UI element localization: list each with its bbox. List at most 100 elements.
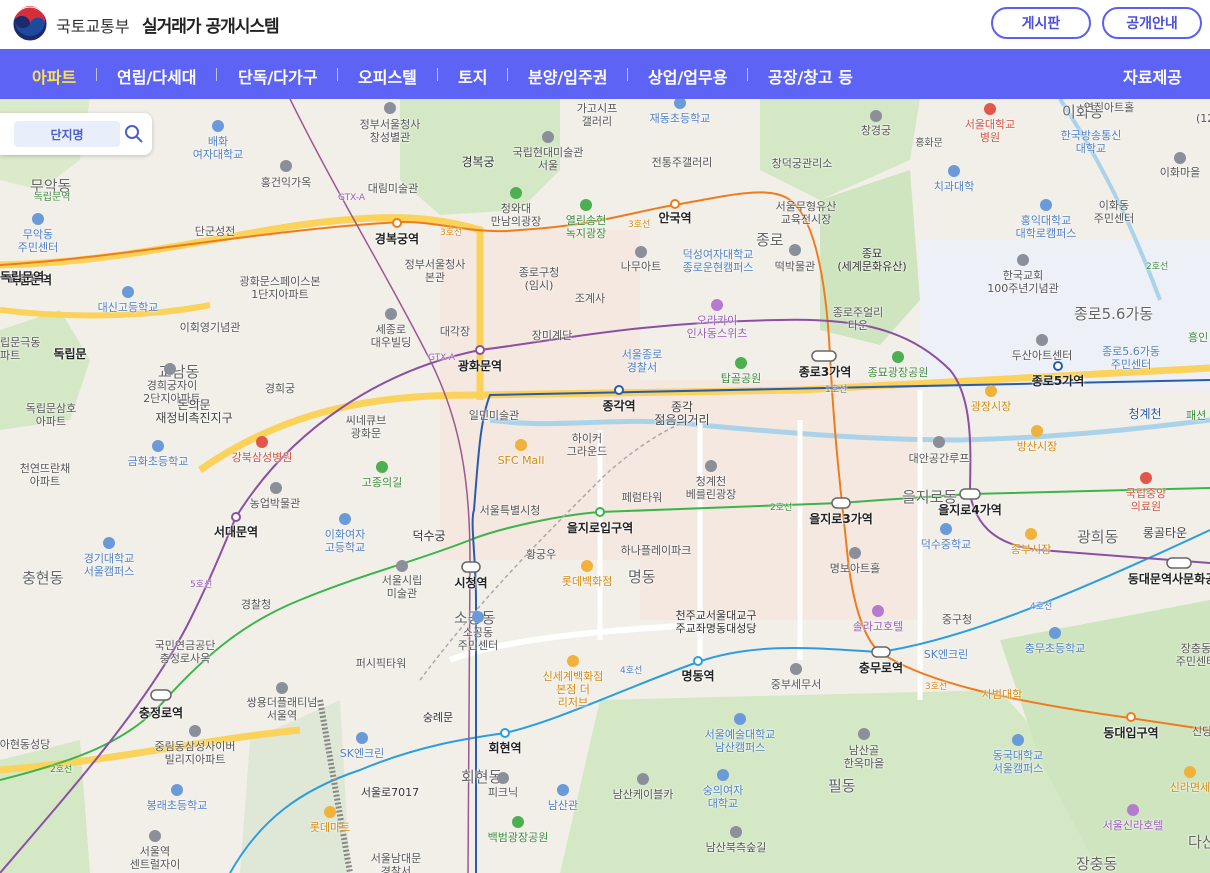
poi-label[interactable]: 충무초등학교 [1025,642,1086,655]
poi-label[interactable]: 신라면세 [1170,781,1210,794]
poi-label[interactable]: 종묘광장공원 [868,366,929,379]
system-title[interactable]: 실거래가 공개시스템 [142,12,280,37]
poi-label[interactable]: 롯데마트 [310,821,350,834]
government-logo-icon[interactable] [12,6,48,42]
poi-label[interactable]: 패션 [1186,409,1206,422]
poi-label[interactable]: 서울역 센트럴자이 [130,845,181,871]
poi-label[interactable]: 종각 젊음의거리 [654,401,709,427]
complex-search-box[interactable]: 단지명 [0,113,152,155]
poi-label[interactable]: 창덕궁관리소 [772,157,833,170]
poi-label[interactable]: 정부서울청사 창성별관 [360,118,421,144]
poi-label[interactable]: 남산케이블카 [613,788,674,801]
poi-label[interactable]: 광화문스페이스본 1단지아파트 [240,275,321,301]
map-canvas[interactable]: 3호선 3호선 2호선 2호선 4호선 4호선 3호선 5호선 2호선 GTX-… [0,99,1210,873]
nav-land[interactable]: 토지 [458,64,487,88]
poi-label[interactable]: 쌍용더플래티넘 서울역 [247,696,318,722]
poi-label[interactable]: 립문극동 파트 [0,336,40,362]
poi-label[interactable]: 청계천 베를린광장 [686,475,737,501]
poi-label[interactable]: 서울시립 미술관 [382,574,422,600]
poi-label[interactable]: 세종로 대우빌딩 [371,323,411,349]
poi-label[interactable]: 하나플레이파크 [621,544,692,557]
poi-label[interactable]: 연진아트홀 [1084,101,1135,114]
poi-label[interactable]: 중부세무서 [771,678,822,691]
poi-label[interactable]: 금화초등학교 [128,455,189,468]
poi-label[interactable]: 독립문역 [34,191,71,204]
poi-label[interactable]: 오라카이 인사동스위츠 [687,314,748,340]
nav-factory[interactable]: 공장/창고 등 [768,64,853,88]
poi-label[interactable]: 나무아트 [621,260,661,273]
poi-label[interactable]: 이화여자 고등학교 [325,528,365,554]
poi-label[interactable]: 황궁우 [526,548,556,561]
poi-label[interactable]: 일민미술관 [469,409,520,422]
poi-label[interactable]: 종묘 (세계문화유산) [837,247,906,273]
poi-label[interactable]: 탑골공원 [721,372,761,385]
poi-label[interactable]: 이화마을 [1160,166,1200,179]
poi-label[interactable]: 봉래초등학교 [147,799,208,812]
poi-label[interactable]: 종로주얼리 타운 [833,306,884,332]
poi-label[interactable]: 씨네큐브 광화문 [346,414,386,440]
station-label[interactable]: 동대입구역 [1103,724,1158,741]
poi-label[interactable]: 서울로7017 [361,786,419,799]
station-label[interactable]: 을지로입구역 [567,519,633,536]
poi-label[interactable]: 두산아트센터 [1012,349,1073,362]
poi-label[interactable]: 이회영기념관 [180,321,241,334]
poi-label[interactable]: 롱골타운 [1143,527,1187,540]
poi-label[interactable]: 경복궁 [461,156,494,169]
poi-label[interactable]: 대림미술관 [368,182,419,195]
poi-label[interactable]: 경희궁 [265,382,295,395]
poi-label[interactable]: 남산관 [548,799,578,812]
poi-label[interactable]: 전통주갤러리 [652,156,713,169]
station-label[interactable]: 시청역 [454,574,487,591]
poi-label[interactable]: 서울무형유산 교육전시장 [776,200,837,226]
poi-label[interactable]: 가고시프 갤러리 [577,102,617,128]
nav-commercial[interactable]: 상업/업무용 [648,64,727,88]
poi-label[interactable]: 서울종로 경찰서 [622,348,662,374]
nav-detached-house[interactable]: 단독/다가구 [238,64,317,88]
station-label[interactable]: 회현역 [488,739,521,756]
poi-label[interactable]: 롯데백화점 [562,575,613,588]
station-label[interactable]: 광화문역 [458,357,502,374]
station-label[interactable]: 충정로역 [139,704,183,721]
poi-label[interactable]: 홍익대학교 대학로캠퍼스 [1016,214,1077,240]
poi-label[interactable]: 덕수궁 [412,530,445,543]
info-button[interactable]: 공개안내 [1102,7,1202,39]
station-label[interactable]: 을지로3가역 [809,510,873,527]
station-label[interactable]: 종로5가역 [1032,372,1085,389]
poi-label[interactable]: 서울특별시청 [480,504,541,517]
poi-label[interactable]: 방산시장 [1017,440,1057,453]
station-label[interactable]: 안국역 [658,209,691,226]
poi-label[interactable]: 동국대학교 서울캠퍼스 [993,749,1044,775]
poi-label[interactable]: 국립중앙 의료원 [1126,487,1166,513]
poi-label[interactable]: SFC Mall [498,454,545,467]
station-label[interactable]: 종로3가역 [799,363,852,380]
poi-label[interactable]: 치과대학 [934,180,974,193]
poi-label[interactable]: 장미계단 [532,329,572,342]
station-label[interactable]: 독립문 [53,345,86,362]
poi-label[interactable]: 배화 여자대학교 [193,135,244,161]
complex-name-tab[interactable]: 단지명 [14,121,120,147]
poi-label[interactable]: 열린송현 녹지광장 [566,214,606,240]
station-label[interactable]: 충무로역 [859,659,903,676]
poi-label[interactable]: 돈의문 재정비촉진지구 [155,399,232,425]
poi-label[interactable]: 경기대학교 서울캠퍼스 [84,552,135,578]
poi-label[interactable]: 장충동주민센터 [1176,642,1210,668]
poi-label[interactable]: 대신고등학교 [98,301,159,314]
poi-label[interactable]: 청와대 만남의광장 [491,202,542,228]
poi-label[interactable]: 하이커 그라운드 [567,432,607,458]
poi-label[interactable]: 솔라고호텔 [853,620,904,633]
poi-label[interactable]: 농업박물관 [250,497,301,510]
poi-label[interactable]: 덕수중학교 [921,538,972,551]
poi-label[interactable]: 정부서울청사 본관 [405,258,466,284]
poi-label[interactable]: 천주교서울대교구 주교좌명동대성당 [676,609,757,635]
nav-presale[interactable]: 분양/입주권 [528,64,607,88]
poi-label[interactable]: 홍화문 [915,137,943,150]
nav-row-house[interactable]: 연립/다세대 [117,64,196,88]
poi-label[interactable]: 종로구청 (임시) [519,266,559,292]
station-label[interactable]: 동대문역사문화공 [1128,570,1210,587]
poi-label[interactable]: 남산북측숲길 [706,841,767,854]
poi-label[interactable]: 종로5.6가동 주민센터 [1102,345,1160,371]
poi-label[interactable]: 광장시장 [971,400,1011,413]
poi-label[interactable]: 한국교회 100주년기념관 [987,269,1059,295]
station-label[interactable]: 서대문역 [214,523,258,540]
poi-label[interactable]: 중림동삼성사이버 빌리지아파트 [155,740,236,766]
